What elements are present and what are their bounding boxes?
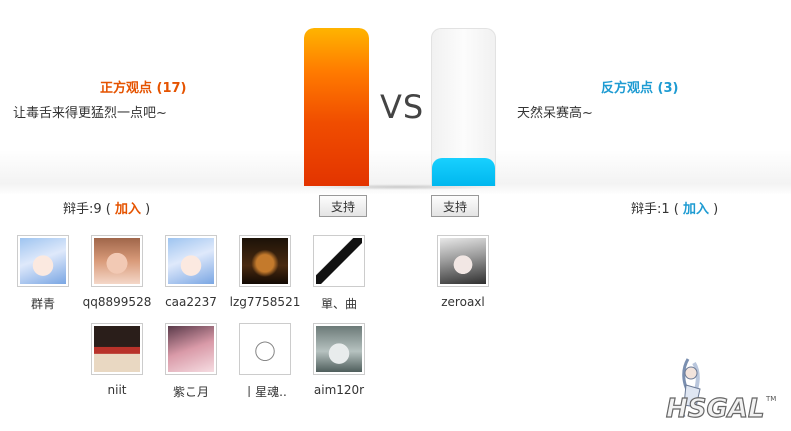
anime-silver-hair-avatar-icon [440, 238, 486, 284]
user-avatar[interactable] [91, 235, 143, 287]
user-avatar[interactable] [239, 323, 291, 375]
user-name[interactable]: 丨星魂.. [228, 383, 302, 400]
anime-gray-hair-avatar-icon [316, 326, 362, 372]
user-avatar[interactable] [17, 235, 69, 287]
user-avatar[interactable] [313, 323, 365, 375]
user-name[interactable]: niit [80, 383, 154, 397]
con-argument: 天然呆赛高~ [517, 106, 593, 121]
pro-vote-bar-fill [304, 28, 369, 186]
pro-user-1[interactable]: 群青 [6, 235, 80, 312]
user-name[interactable]: lzg7758521 [228, 295, 302, 309]
con-user-1[interactable]: zeroaxl [426, 235, 500, 309]
pro-argument: 让毒舌来得更猛烈一点吧~ [13, 106, 167, 121]
user-name[interactable]: aim120r [302, 383, 376, 397]
con-support-button[interactable]: 支持 [431, 195, 479, 217]
logo-tm: TM [765, 395, 776, 403]
girl-photo-avatar-icon [94, 238, 140, 284]
user-name[interactable]: 紫こ月 [154, 383, 228, 400]
con-vote-bar [431, 28, 496, 186]
pro-debaters-prefix: 辩手:9 ( [63, 202, 111, 217]
logo-text: HSGAL [666, 394, 765, 424]
user-name[interactable]: qq8899528 [80, 295, 154, 309]
user-name[interactable]: 單、曲 [302, 295, 376, 312]
dark-anime-avatar-icon [242, 238, 288, 284]
pro-vote-bar [304, 28, 369, 186]
user-name[interactable]: caa2237 [154, 295, 228, 309]
pro-debaters-count: 辩手:9 ( 加入 ) [63, 198, 150, 217]
pro-user-8[interactable]: 丨星魂.. [228, 323, 302, 400]
pro-user-5[interactable]: 單、曲 [302, 235, 376, 312]
pro-user-2[interactable]: qq8899528 [80, 235, 154, 309]
pro-user-3[interactable]: caa2237 [154, 235, 228, 309]
anime-girl-blue-hair-avatar-icon [20, 238, 66, 284]
vs-label: VS [380, 88, 425, 126]
user-avatar[interactable] [437, 235, 489, 287]
user-avatar[interactable] [165, 323, 217, 375]
cartoon-sign-avatar-icon [94, 326, 140, 372]
pro-user-4[interactable]: lzg7758521 [228, 235, 302, 309]
pro-title: 正方观点 (17) [100, 81, 187, 96]
con-debaters-count: 辩手:1 ( 加入 ) [631, 198, 718, 217]
user-avatar[interactable] [91, 323, 143, 375]
anime-girl-blue-hair-avatar-icon [168, 238, 214, 284]
con-title: 反方观点 (3) [601, 81, 679, 96]
user-name[interactable]: zeroaxl [426, 295, 500, 309]
pro-user-9[interactable]: aim120r [302, 323, 376, 397]
manga-sketch-avatar-icon [242, 326, 288, 372]
sword-sketch-avatar-icon [316, 238, 362, 284]
pro-user-6[interactable]: niit [80, 323, 154, 397]
user-avatar[interactable] [239, 235, 291, 287]
user-avatar[interactable] [313, 235, 365, 287]
con-vote-bar-fill [432, 158, 495, 186]
pink-art-avatar-icon [168, 326, 214, 372]
user-avatar[interactable] [165, 235, 217, 287]
con-join-link[interactable]: 加入 [683, 202, 709, 217]
pro-support-button[interactable]: 支持 [319, 195, 367, 217]
pro-debaters-suffix: ) [145, 202, 151, 217]
pro-user-7[interactable]: 紫こ月 [154, 323, 228, 400]
con-debaters-suffix: ) [713, 202, 719, 217]
con-debaters-prefix: 辩手:1 ( [631, 202, 679, 217]
hsgal-logo: HSGAL TM [665, 358, 776, 425]
pro-join-link[interactable]: 加入 [115, 202, 141, 217]
user-name[interactable]: 群青 [6, 295, 80, 312]
